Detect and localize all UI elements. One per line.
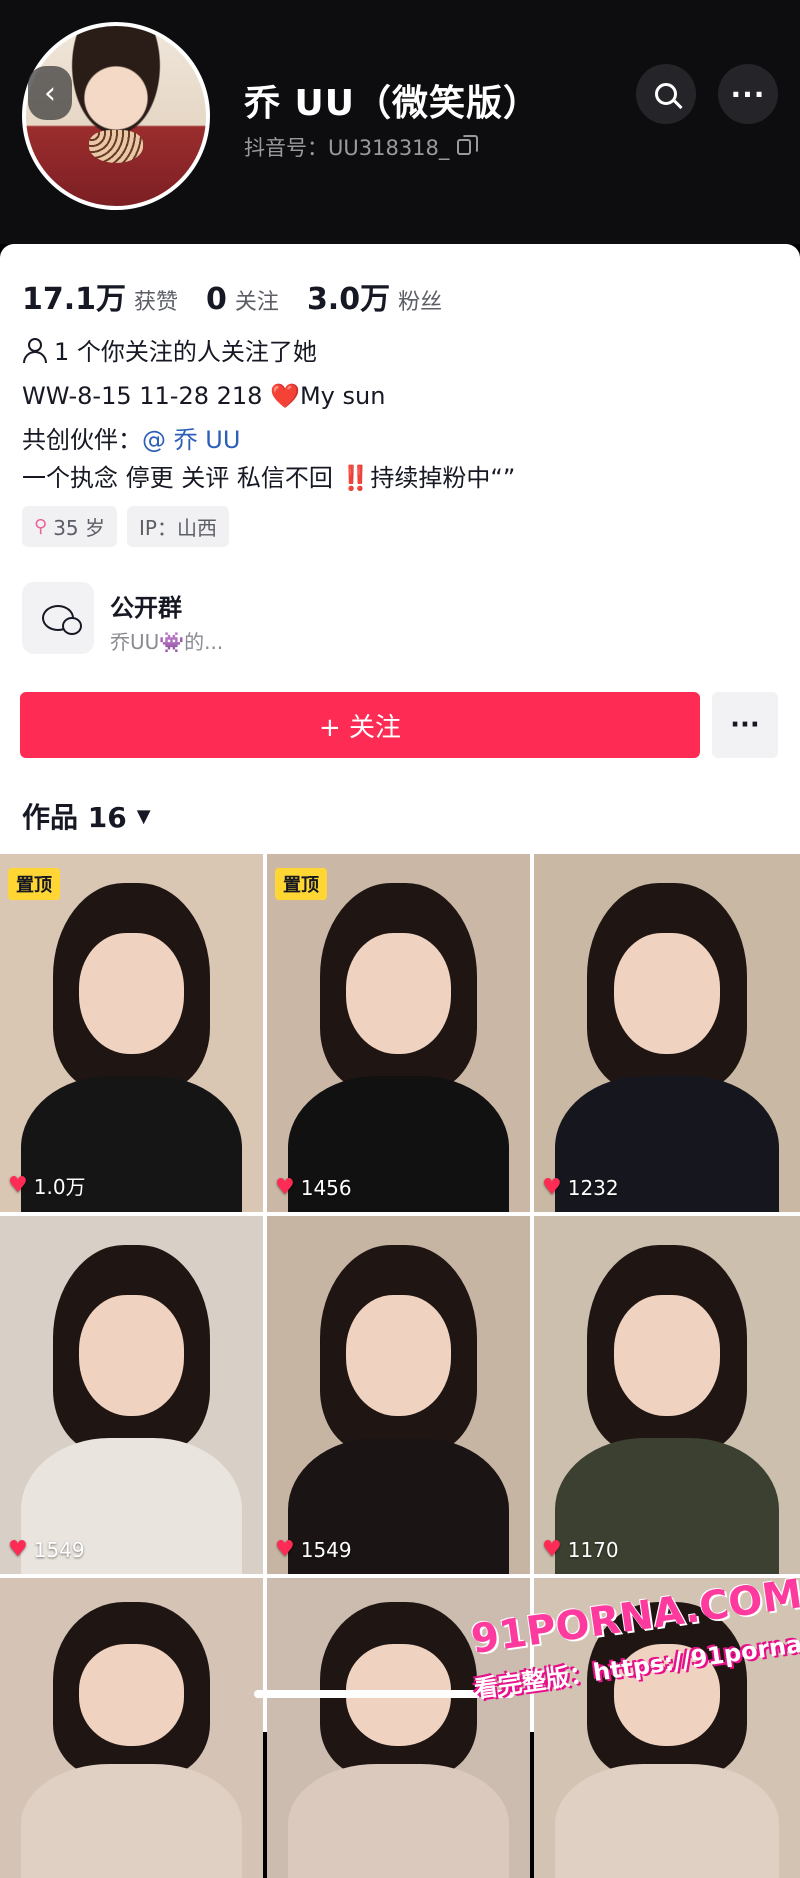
- video-likes: ♥ 1456: [275, 1175, 352, 1200]
- profile-panel: 17.1万 获赞 0 关注 3.0万 粉丝 1 个你关注的人关注了她 WW-8-…: [0, 244, 800, 1878]
- thumb-face: [78, 1644, 185, 1746]
- bio-line-3-suffix: 持续掉粉中“”: [370, 464, 516, 492]
- video-thumbnail[interactable]: ♥ 1549: [267, 1216, 530, 1574]
- thumb-body: [288, 1764, 509, 1878]
- female-icon: ⚲: [34, 516, 48, 537]
- more-options-button[interactable]: ···: [718, 64, 778, 124]
- video-thumbnail[interactable]: ♥ 1549: [0, 1216, 263, 1574]
- heart-icon: ♥: [542, 1537, 562, 1562]
- search-icon: [655, 83, 677, 105]
- pinned-badge: 置顶: [8, 868, 60, 900]
- tag-ip-text: IP：山西: [139, 516, 217, 540]
- heart-icon: ♥: [8, 1537, 28, 1562]
- video-likes-count: 1170: [567, 1537, 619, 1562]
- thumb-face: [345, 1294, 452, 1417]
- bio-line-3-text: 一个执念 停更 关评 私信不回: [22, 464, 341, 492]
- video-thumbnail[interactable]: ♥ 1170: [534, 1216, 800, 1574]
- video-thumbnail[interactable]: 置顶 ♥ 1456: [267, 854, 530, 1212]
- profile-header: ‹ 乔 UU（微笑版） 抖音号：UU318318_ ···: [0, 0, 800, 244]
- search-button[interactable]: [636, 64, 696, 124]
- thumb-face: [345, 932, 452, 1055]
- bio-line-1-suffix: My sun: [299, 382, 386, 410]
- douyin-id-text: 抖音号：UU318318_: [244, 136, 450, 160]
- double-exclamation-icon: ‼️: [340, 464, 371, 492]
- thumb-face: [78, 932, 185, 1055]
- heart-icon: ♥: [275, 1175, 295, 1200]
- group-subtitle: 乔UU👾的...: [110, 630, 224, 654]
- video-thumbnail[interactable]: [0, 1578, 263, 1878]
- douyin-id[interactable]: 抖音号：UU318318_: [244, 132, 479, 162]
- back-icon: ‹: [44, 75, 56, 111]
- stat-followers-count[interactable]: 3.0万: [307, 274, 390, 318]
- stat-likes-label: 获赞: [134, 290, 179, 315]
- follow-more-button[interactable]: ···: [712, 692, 778, 758]
- video-likes: ♥ 1170: [542, 1537, 619, 1562]
- video-likes-count: 1456: [300, 1175, 352, 1200]
- video-likes-count: 1549: [300, 1537, 352, 1562]
- stat-followers-label: 粉丝: [398, 290, 443, 315]
- tag-age-text: 35 岁: [53, 516, 105, 540]
- heart-icon: ♥: [275, 1537, 295, 1562]
- video-likes-count: 1549: [33, 1537, 85, 1562]
- follow-button[interactable]: + 关注: [20, 692, 700, 758]
- video-likes: ♥ 1549: [275, 1537, 352, 1562]
- works-tab[interactable]: 作品 16 ▼: [22, 796, 151, 836]
- stat-likes-count[interactable]: 17.1万: [22, 274, 126, 318]
- video-thumbnail[interactable]: ♥ 1232: [534, 854, 800, 1212]
- back-button[interactable]: ‹: [28, 66, 72, 120]
- bio-line-2: 共创伙伴：@ 乔 UU: [22, 420, 240, 455]
- pinned-badge: 置顶: [275, 868, 327, 900]
- stats-row: 17.1万 获赞 0 关注 3.0万 粉丝: [22, 274, 470, 318]
- cocreator-mention[interactable]: @ 乔 UU: [142, 426, 240, 454]
- chat-bubble-icon: [22, 582, 94, 654]
- thumb-face: [613, 932, 721, 1055]
- person-icon: [22, 337, 47, 363]
- video-thumbnail[interactable]: 置顶 ♥ 1.0万: [0, 854, 263, 1212]
- mutual-follow-text: 1 个你关注的人关注了她: [54, 338, 317, 366]
- more-icon: ···: [730, 77, 766, 111]
- heart-icon: ♥: [8, 1173, 28, 1198]
- thumb-face: [78, 1294, 185, 1417]
- video-likes: ♥ 1.0万: [8, 1171, 86, 1200]
- works-label: 作品 16: [22, 801, 127, 834]
- public-group[interactable]: 公开群 乔UU👾的...: [22, 580, 782, 660]
- video-likes: ♥ 1549: [8, 1537, 85, 1562]
- tag-ip: IP：山西: [127, 506, 229, 547]
- bio-line-1-text: WW-8-15 11-28 218: [22, 382, 271, 410]
- video-likes-count: 1.0万: [33, 1175, 86, 1199]
- thumb-body: [555, 1764, 779, 1878]
- stat-following-label: 关注: [234, 290, 279, 315]
- thumb-face: [613, 1294, 721, 1417]
- thumb-body: [21, 1764, 242, 1878]
- caret-down-icon: ▼: [136, 805, 151, 827]
- heart-icon: ❤️: [270, 382, 300, 410]
- video-likes: ♥ 1232: [542, 1175, 619, 1200]
- profile-name: 乔 UU（微笑版）: [244, 83, 540, 124]
- cocreator-label: 共创伙伴：: [22, 426, 142, 454]
- heart-icon: ♥: [542, 1175, 562, 1200]
- profile-tags: ⚲ 35 岁 IP：山西: [22, 506, 229, 547]
- video-grid: 置顶 ♥ 1.0万 置顶 ♥ 1456 ♥ 1232 ♥ 1549 ♥ 1549 ♥ 1170: [0, 854, 800, 1878]
- video-likes-count: 1232: [567, 1175, 619, 1200]
- tag-age: ⚲ 35 岁: [22, 506, 117, 547]
- mutual-follow-note[interactable]: 1 个你关注的人关注了她: [22, 332, 317, 367]
- copy-icon[interactable]: [457, 135, 479, 155]
- stat-following-count[interactable]: 0: [206, 282, 227, 317]
- bio-line-1: WW-8-15 11-28 218 ❤️My sun: [22, 382, 385, 410]
- avatar-scarf: [89, 130, 143, 163]
- group-title: 公开群: [110, 594, 182, 622]
- bio-line-3: 一个执念 停更 关评 私信不回 ‼️持续掉粉中“”: [22, 458, 515, 493]
